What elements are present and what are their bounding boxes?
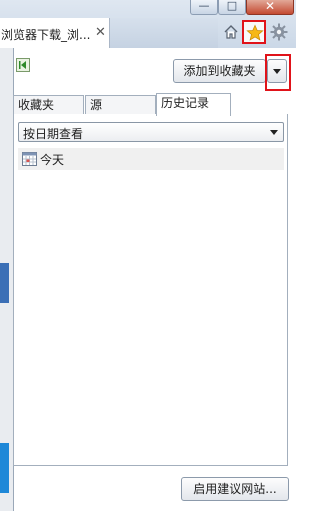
background-fragment — [0, 443, 9, 493]
close-icon: ✕ — [264, 0, 276, 13]
window-close-button[interactable]: ✕ — [246, 0, 294, 15]
tab-history[interactable]: 历史记录 — [156, 93, 231, 116]
tab-label: 源 — [90, 98, 103, 112]
tab-strip-empty[interactable] — [110, 18, 218, 48]
calendar-icon — [22, 152, 37, 166]
star-icon — [246, 24, 264, 41]
add-to-favorites-button[interactable]: 添加到收藏夹 — [173, 59, 266, 83]
background-fragment — [0, 263, 9, 303]
favorites-star-button[interactable] — [242, 20, 266, 44]
tab-label: 历史记录 — [161, 96, 210, 110]
pin-center-button[interactable] — [16, 58, 30, 72]
tab-label: 收藏夹 — [18, 98, 55, 112]
home-icon[interactable] — [223, 24, 239, 40]
tab-favorites[interactable]: 收藏夹 — [13, 95, 84, 115]
browser-tab[interactable]: 浏览器下载_浏... ✕ — [0, 18, 110, 48]
maximize-icon: □ — [226, 0, 238, 12]
select-value: 按日期查看 — [23, 127, 84, 141]
background-page-strip — [0, 48, 13, 511]
gear-icon[interactable] — [270, 23, 288, 41]
minimize-icon: — — [198, 0, 210, 12]
pin-arrow-icon — [19, 61, 26, 69]
minimize-button[interactable]: — — [190, 0, 218, 15]
tab-close-icon[interactable]: ✕ — [95, 25, 106, 40]
tab-title: 浏览器下载_浏... — [1, 28, 91, 42]
tab-feeds[interactable]: 源 — [85, 95, 156, 115]
maximize-button[interactable]: □ — [218, 0, 246, 15]
chevron-down-icon — [270, 130, 278, 135]
pane-tabs: 收藏夹 源 历史记录 — [13, 93, 296, 116]
history-view-select[interactable]: 按日期查看 — [18, 122, 284, 142]
enable-suggested-sites-button[interactable]: 启用建议网站... — [181, 477, 289, 501]
highlight-box — [265, 54, 291, 91]
list-item-label: 今天 — [40, 153, 65, 167]
list-item[interactable]: 今天 — [18, 148, 284, 170]
